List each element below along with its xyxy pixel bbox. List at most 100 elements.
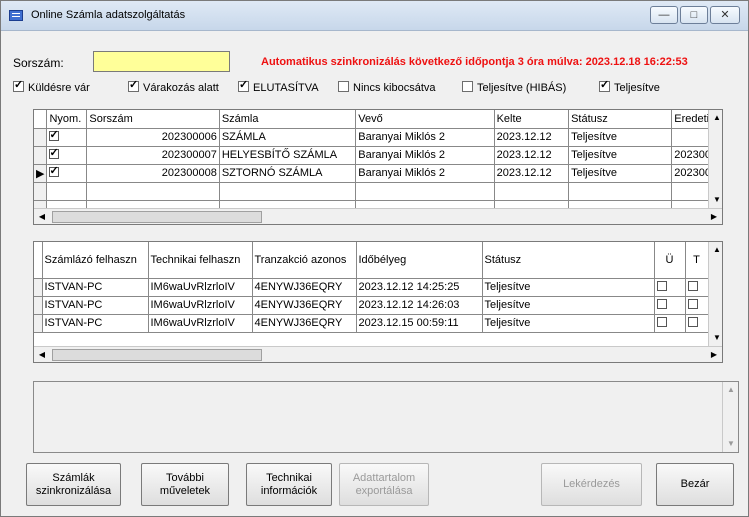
table-row[interactable]: ▶ 202300008 SZTORNÓ SZÁMLA Baranyai Mikl… [34,164,722,183]
szamla-cell: HELYESBÍTŐ SZÁMLA [219,146,357,165]
col-statusz[interactable]: Státusz [482,242,655,279]
query-button[interactable]: Lekérdezés [541,463,642,506]
filter-kuldesre-var[interactable]: Küldésre vár [13,79,90,94]
filter-label: Nincs kibocsátva [353,82,436,94]
t-checkbox[interactable] [687,281,698,291]
u-checkbox[interactable] [656,317,667,327]
t-cell[interactable] [685,278,709,297]
checkbox[interactable] [599,79,610,92]
nyom-cell[interactable] [46,164,88,183]
scroll-thumb[interactable] [52,349,262,361]
scroll-right-arrow-icon[interactable]: ▶ [706,347,722,362]
sync-invoices-button[interactable]: Számlák szinkronizálása [26,463,121,506]
col-sorszam[interactable]: Sorszám [86,110,220,129]
filter-elutasitva[interactable]: ELUTASÍTVA [238,79,319,94]
row-indicator [34,314,43,333]
col-technikai-felhasznalo[interactable]: Technikai felhaszn [148,242,253,279]
invoices-table: Nyom. Sorszám Számla Vevő Kelte Státusz … [34,110,722,219]
col-statusz[interactable]: Státusz [568,110,673,129]
table-row[interactable]: 202300007 HELYESBÍTŐ SZÁMLA Baranyai Mik… [34,146,722,165]
scroll-down-arrow-icon[interactable]: ▼ [709,330,722,346]
nyom-checkbox[interactable] [49,128,60,141]
details-textbox[interactable]: ▲ ▼ [33,381,739,453]
u-checkbox[interactable] [656,281,667,291]
nyom-checkbox[interactable] [49,164,60,177]
transactions-horizontal-scrollbar[interactable]: ◀ ▶ [34,346,722,362]
transactions-grid[interactable]: Számlázó felhaszn Technikai felhaszn Tra… [33,241,723,363]
app-icon [9,10,23,21]
kelte-cell: 2023.12.12 [494,164,570,183]
nyom-cell[interactable] [46,128,88,147]
filter-label: Teljesítve [614,82,660,94]
col-kelte[interactable]: Kelte [494,110,570,129]
invoices-vertical-scrollbar[interactable]: ▲ ▼ [708,110,722,208]
u-cell[interactable] [654,314,686,333]
col-idobelyeg[interactable]: Időbélyeg [356,242,483,279]
vevo-cell: Baranyai Miklós 2 [355,128,495,147]
u-cell[interactable] [654,296,686,315]
szamlazo-cell: ISTVAN-PC [42,296,149,315]
t-checkbox[interactable] [687,317,698,327]
filter-teljesitve-hibas[interactable]: Teljesítve (HIBÁS) [462,81,566,94]
scroll-down-arrow-icon[interactable]: ▼ [709,192,722,208]
col-nyom[interactable]: Nyom. [46,110,88,129]
technikai-cell: IM6waUvRlzrloIV [148,278,253,297]
szamla-cell: SZÁMLA [219,128,357,147]
scroll-left-arrow-icon[interactable]: ◀ [34,347,50,362]
minimize-button[interactable]: — [650,6,678,24]
invoices-horizontal-scrollbar[interactable]: ◀ ▶ [34,208,722,224]
col-tranzakcio-azonosito[interactable]: Tranzakció azonos [252,242,357,279]
more-operations-button[interactable]: További műveletek [141,463,229,506]
close-button[interactable]: Bezár [656,463,734,506]
szamlazo-cell: ISTVAN-PC [42,314,149,333]
title-bar: Online Számla adatszolgáltatás — □ ✕ [1,1,748,31]
u-cell[interactable] [654,278,686,297]
table-row[interactable]: 202300006 SZÁMLA Baranyai Miklós 2 2023.… [34,128,722,147]
t-cell[interactable] [685,296,709,315]
filter-nincs-kibocsatva[interactable]: Nincs kibocsátva [338,81,436,94]
main-window: Online Számla adatszolgáltatás — □ ✕ Sor… [0,0,749,517]
col-u[interactable]: Ü [654,242,686,279]
u-checkbox[interactable] [656,299,667,309]
checkbox[interactable] [128,79,139,92]
col-t[interactable]: T [685,242,709,279]
close-window-button[interactable]: ✕ [710,6,740,24]
maximize-button[interactable]: □ [680,6,708,24]
checkbox[interactable] [338,81,349,92]
table-row[interactable]: ISTVAN-PC IM6waUvRlzrloIV 4ENYWJ36EQRY 2… [34,278,709,297]
filter-label: Teljesítve (HIBÁS) [477,82,567,94]
transactions-vertical-scrollbar[interactable]: ▲ ▼ [708,242,722,346]
checkbox[interactable] [13,79,24,92]
col-vevo[interactable]: Vevő [355,110,495,129]
filter-teljesitve[interactable]: Teljesítve [599,79,660,94]
window-title: Online Számla adatszolgáltatás [31,9,186,21]
scroll-down-arrow-icon[interactable]: ▼ [723,436,739,452]
technical-info-button[interactable]: Technikai információk [246,463,332,506]
scroll-left-arrow-icon[interactable]: ◀ [34,209,50,224]
sorszam-cell: 202300008 [86,164,220,183]
t-cell[interactable] [685,314,709,333]
tranzakcio-cell: 4ENYWJ36EQRY [252,314,357,333]
table-row[interactable]: ISTVAN-PC IM6waUvRlzrloIV 4ENYWJ36EQRY 2… [34,314,709,333]
scroll-up-arrow-icon[interactable]: ▲ [709,242,722,258]
export-data-button[interactable]: Adattartalom exportálása [339,463,429,506]
col-szamla[interactable]: Számla [219,110,357,129]
checkbox[interactable] [238,79,249,92]
t-checkbox[interactable] [687,299,698,309]
col-szamlazo-felhasznalo[interactable]: Számlázó felhaszn [42,242,149,279]
filter-varakozas-alatt[interactable]: Várakozás alatt [128,79,219,94]
invoices-grid[interactable]: Nyom. Sorszám Számla Vevő Kelte Státusz … [33,109,723,225]
details-vertical-scrollbar[interactable]: ▲ ▼ [722,382,738,452]
scroll-thumb[interactable] [52,211,262,223]
scroll-up-arrow-icon[interactable]: ▲ [709,110,722,126]
transactions-table: Számlázó felhaszn Technikai felhaszn Tra… [34,242,709,333]
sorszam-input[interactable] [93,51,230,72]
scroll-right-arrow-icon[interactable]: ▶ [706,209,722,224]
checkbox[interactable] [462,81,473,92]
table-row[interactable]: ISTVAN-PC IM6waUvRlzrloIV 4ENYWJ36EQRY 2… [34,296,709,315]
nyom-cell[interactable] [46,146,88,165]
nyom-checkbox[interactable] [49,146,60,159]
scroll-up-arrow-icon[interactable]: ▲ [723,382,739,398]
kelte-cell: 2023.12.12 [494,146,570,165]
statusz-cell: Teljesítve [568,128,673,147]
